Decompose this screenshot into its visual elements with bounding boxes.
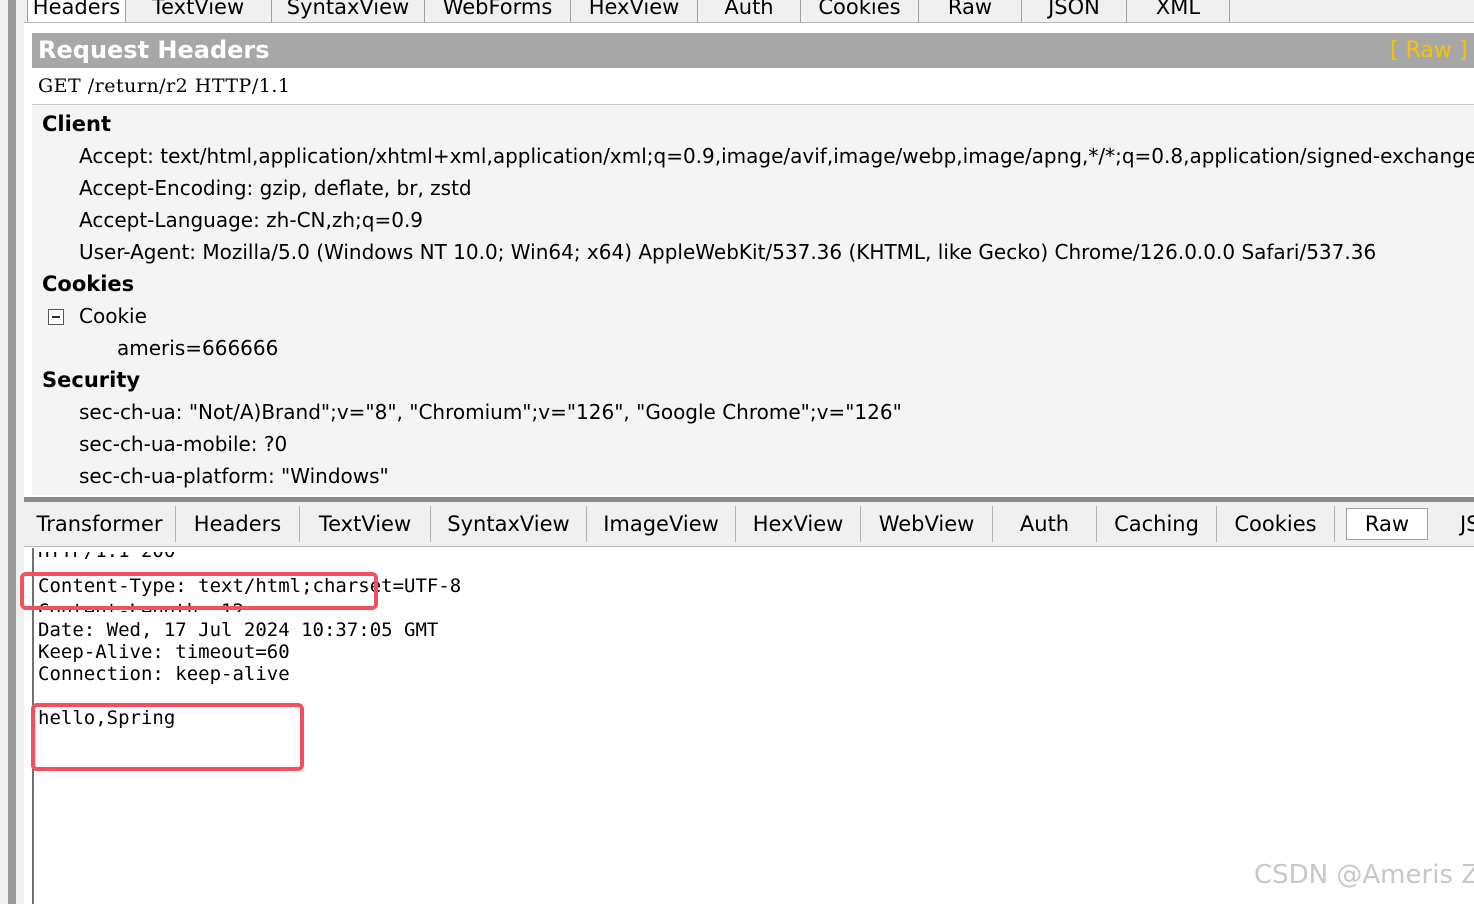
resp-tab-syntaxview[interactable]: SyntaxView [431, 506, 587, 542]
resp-tab-imageview[interactable]: ImageView [587, 506, 736, 542]
resp-tab-webview[interactable]: WebView [861, 506, 993, 542]
resp-tab-caching[interactable]: Caching [1097, 506, 1217, 542]
resp-tab-cookies[interactable]: Cookies [1217, 506, 1335, 542]
request-tab-strip: Headers TextView SyntaxView WebForms Hex… [24, 0, 1474, 23]
tab-textview[interactable]: TextView [125, 0, 272, 22]
resp-tab-js[interactable]: JS [1436, 506, 1474, 542]
request-headers-title: Request Headers [38, 36, 270, 64]
tab-hexview[interactable]: HexView [571, 0, 698, 22]
request-line-text: GET /return/r2 HTTP/1.1 [38, 75, 291, 97]
resp-tab-raw[interactable]: Raw [1346, 508, 1428, 540]
tab-xml[interactable]: XML [1127, 0, 1230, 22]
resp-tab-hexview[interactable]: HexView [736, 506, 861, 542]
response-date: Date: Wed, 17 Jul 2024 10:37:05 GMT [38, 619, 439, 641]
tab-syntaxview[interactable]: SyntaxView [272, 0, 425, 22]
raw-link[interactable]: [ Raw ] [1390, 34, 1467, 67]
group-cookies[interactable]: Cookies [42, 269, 134, 299]
tab-headers[interactable]: Headers [27, 0, 126, 22]
header-sec-ch-ua[interactable]: sec-ch-ua: "Not/A)Brand";v="8", "Chromiu… [79, 397, 902, 427]
resp-tab-headers[interactable]: Headers [176, 506, 300, 542]
request-headers-banner: Request Headers [ Raw ] [H [32, 33, 1474, 68]
response-status-line: HTTP/1.1 200 [38, 552, 175, 563]
header-accept-encoding[interactable]: Accept-Encoding: gzip, deflate, br, zstd [79, 173, 472, 203]
header-accept[interactable]: Accept: text/html,application/xhtml+xml,… [79, 141, 1474, 171]
request-line: GET /return/r2 HTTP/1.1 [32, 70, 1474, 105]
watermark: CSDN @Ameris Z [1254, 860, 1474, 890]
left-rail [0, 0, 24, 904]
cookie-value[interactable]: ameris=666666 [117, 333, 278, 363]
response-keep-alive: Keep-Alive: timeout=60 [38, 641, 290, 663]
cookie-node[interactable]: Cookie [79, 301, 147, 331]
tab-raw[interactable]: Raw [919, 0, 1022, 22]
response-connection: Connection: keep-alive [38, 663, 290, 685]
header-sec-ch-ua-mobile[interactable]: sec-ch-ua-mobile: ?0 [79, 429, 287, 459]
header-accept-language[interactable]: Accept-Language: zh-CN,zh;q=0.9 [79, 205, 423, 235]
tab-json[interactable]: JSON [1022, 0, 1127, 22]
resp-tab-auth[interactable]: Auth [993, 506, 1097, 542]
resp-tab-transformer[interactable]: Transformer [24, 506, 176, 542]
group-security[interactable]: Security [42, 365, 140, 395]
header-user-agent[interactable]: User-Agent: Mozilla/5.0 (Windows NT 10.0… [79, 237, 1376, 267]
tab-webforms[interactable]: WebForms [425, 0, 571, 22]
left-rail-edge [8, 0, 16, 904]
tab-auth[interactable]: Auth [698, 0, 801, 22]
annotation-box-content-type [20, 572, 378, 610]
resp-tab-textview[interactable]: TextView [300, 506, 431, 542]
collapse-toggle-icon[interactable] [48, 309, 64, 325]
request-headers-tree: Client Accept: text/html,application/xht… [32, 105, 1474, 495]
response-tab-strip: Transformer Headers TextView SyntaxView … [24, 502, 1474, 547]
tab-cookies[interactable]: Cookies [801, 0, 919, 22]
group-client[interactable]: Client [42, 109, 111, 139]
annotation-box-body [31, 703, 304, 771]
header-sec-ch-ua-platform[interactable]: sec-ch-ua-platform: "Windows" [79, 461, 389, 491]
